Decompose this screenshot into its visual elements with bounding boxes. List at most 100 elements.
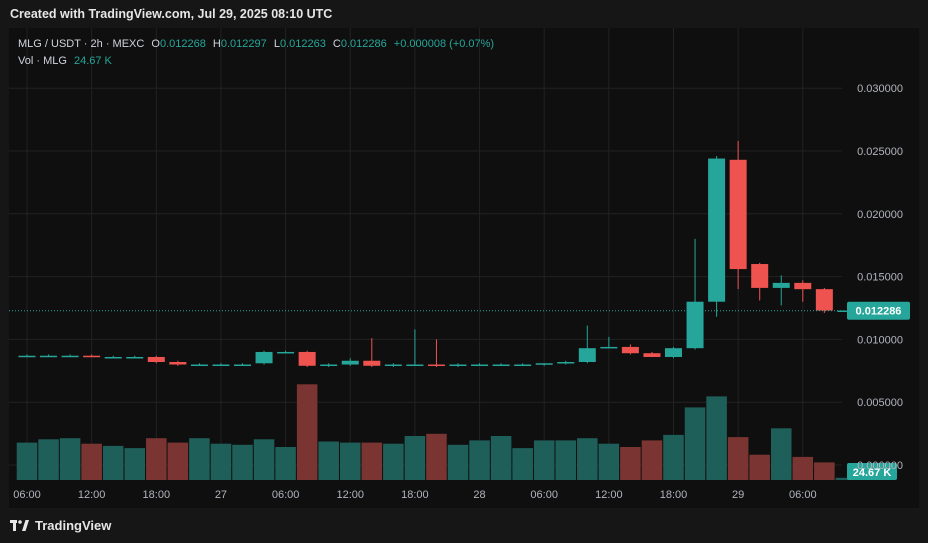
chart-canvas[interactable]: 0.012286 24.67 K 0.030000 0.025000 0.020000… [0, 0, 928, 543]
candle-body [126, 356, 144, 359]
volume-bar [469, 440, 490, 480]
volume-bar [684, 407, 706, 480]
x-tick-label: 12:00 [595, 489, 623, 501]
symbol-label[interactable]: MLG / USDT · 2h · MEXC [18, 38, 144, 50]
high-value: 0.012297 [220, 38, 267, 50]
volume-bar [792, 456, 814, 480]
volume-bar [146, 438, 167, 480]
volume-bar [59, 438, 81, 480]
candle-body [190, 364, 208, 367]
change-value: +0.000008 (+0.07%) [393, 38, 495, 50]
volume-value: 24.67 K [73, 55, 112, 67]
volume-bar [577, 438, 598, 480]
candle-body [514, 364, 532, 367]
open-value: 0.012268 [159, 38, 206, 50]
volume-bar [81, 443, 102, 480]
x-tick-label: 28 [473, 489, 485, 501]
candle-body [61, 355, 79, 358]
volume-bar [102, 445, 124, 480]
x-axis[interactable]: 06:00 12:00 18:00 27 06:00 12:00 18:00 28 06:00 1… [13, 489, 816, 501]
last-price-label: 0.012286 [856, 306, 902, 318]
brand-text: TradingView [35, 518, 112, 533]
legend: MLG / USDT · 2h · MEXC O0.012268 H0.0122… [18, 36, 494, 70]
open-label: O [151, 38, 160, 50]
candle-body [363, 360, 381, 366]
tradingview-logo-icon [10, 519, 29, 531]
volume-bar [296, 384, 318, 480]
candle-body [794, 282, 812, 290]
candle-body [815, 289, 833, 311]
volume-bar [124, 448, 146, 480]
volume-bar [447, 444, 469, 480]
volume-bar [404, 436, 426, 480]
x-tick-label: 18:00 [401, 489, 429, 501]
volume-bar [512, 448, 533, 480]
volume-bar [620, 447, 641, 480]
y-tick-label: 0.010000 [857, 334, 903, 346]
candle-body [212, 364, 230, 367]
tradingview-brand[interactable]: TradingView [10, 518, 111, 533]
close-label: C [332, 38, 341, 50]
volume-bar [490, 436, 512, 480]
y-tick-label: 0.025000 [857, 146, 903, 158]
candle-body [40, 355, 58, 358]
candle-body [535, 363, 553, 365]
candle-body [751, 264, 769, 288]
candle-body [708, 158, 726, 302]
candle-body [320, 364, 338, 367]
volume-bar [641, 440, 663, 480]
close-value: 0.012286 [340, 38, 387, 50]
volume-bar [339, 442, 361, 480]
x-tick-label: 18:00 [660, 489, 688, 501]
candle-body [298, 351, 316, 366]
candle-body [643, 353, 661, 357]
candle-body [729, 159, 747, 270]
candle-body [427, 364, 445, 367]
volume-bar [361, 442, 383, 480]
candle-body [772, 282, 790, 288]
y-axis[interactable]: 0.030000 0.025000 0.020000 0.015000 0.010000… [857, 83, 903, 472]
volume-bar [189, 438, 210, 480]
volume-bar [210, 443, 232, 480]
candle-body [471, 364, 489, 367]
volume-bar [318, 441, 339, 480]
volume-bar [555, 440, 577, 480]
ohlc-row: MLG / USDT · 2h · MEXC O0.012268 H0.0122… [18, 36, 494, 53]
candle-layer [18, 140, 855, 368]
candle-body [449, 364, 467, 367]
y-tick-label: 0.005000 [857, 397, 903, 409]
candle-body [665, 348, 682, 357]
volume-bar [706, 396, 727, 480]
x-tick-label: 06:00 [530, 489, 558, 501]
volume-row: Vol · MLG 24.67 K [18, 53, 494, 70]
candle-body [621, 346, 639, 354]
volume-bar [232, 444, 253, 480]
candle-body [384, 364, 402, 367]
y-tick-label: 0.020000 [857, 209, 903, 221]
y-tick-label: 0.030000 [857, 83, 903, 95]
volume-bar [383, 443, 404, 480]
volume-bar [770, 428, 792, 480]
candle-body [600, 346, 618, 349]
candle-body [18, 355, 36, 358]
volume-bar [598, 443, 620, 480]
footer-bar: TradingView [0, 508, 928, 543]
volume-bar [663, 434, 684, 480]
volume-bar [253, 439, 275, 480]
x-tick-label: 27 [215, 489, 227, 501]
volume-bar [749, 454, 770, 480]
candle-body [686, 301, 704, 349]
volume-label[interactable]: Vol · MLG [18, 55, 67, 67]
candle-body [578, 348, 596, 363]
y-tick-label: 0.000000 [857, 460, 903, 472]
x-tick-label: 12:00 [336, 489, 364, 501]
candle-body [169, 362, 187, 365]
candle-body [406, 364, 424, 367]
volume-bar [727, 437, 749, 480]
x-tick-label: 06:00 [272, 489, 300, 501]
candle-body [277, 351, 295, 354]
x-tick-label: 06:00 [13, 489, 41, 501]
x-tick-label: 06:00 [789, 489, 817, 501]
volume-bar [38, 439, 59, 480]
x-tick-label: 18:00 [143, 489, 171, 501]
